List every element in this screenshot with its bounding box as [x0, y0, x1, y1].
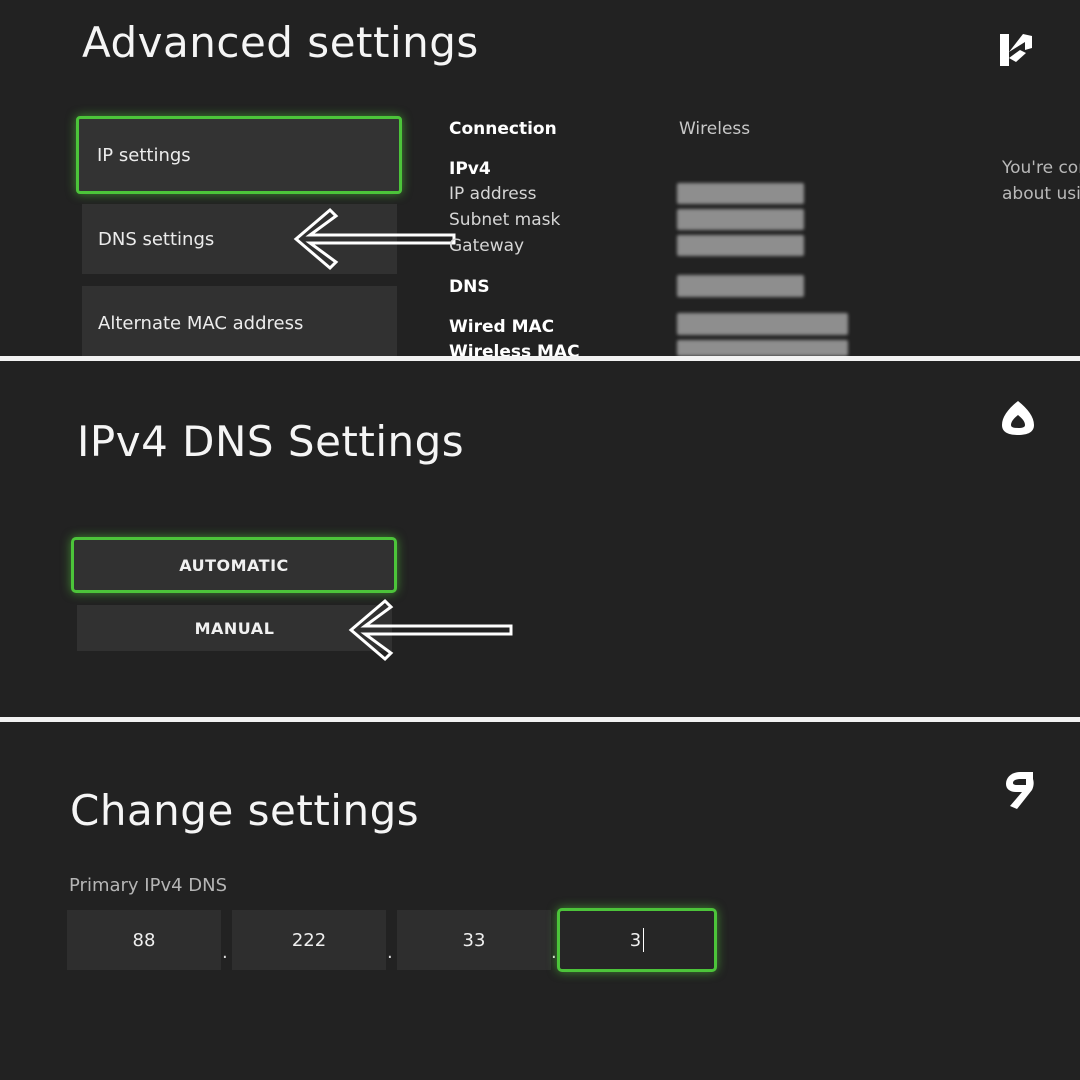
step-badge-4: ۴ [996, 28, 1036, 72]
gateway-label: Gateway [449, 236, 525, 256]
ipv4-heading: IPv4 [449, 159, 491, 179]
dns-octet-4-value: 3 [629, 929, 642, 951]
ip-address-label: IP address [449, 184, 537, 204]
dns-octet-1-value: 88 [132, 929, 156, 951]
wired-mac-label: Wired MAC [449, 317, 555, 337]
wired-mac-redacted [677, 313, 848, 335]
octet-separator: . [222, 942, 228, 963]
ip-settings-label: IP settings [97, 144, 191, 166]
automatic-button[interactable]: AUTOMATIC [71, 537, 397, 593]
dns-redacted [677, 275, 804, 297]
wireless-mac-label: Wireless MAC [449, 342, 580, 356]
alternate-mac-address-label: Alternate MAC address [98, 312, 304, 334]
octet-separator: . [551, 942, 557, 963]
dns-octet-2-value: 222 [291, 929, 327, 951]
dns-heading: DNS [449, 277, 490, 297]
page-title: IPv4 DNS Settings [77, 417, 465, 466]
dns-octet-4-input[interactable]: 3 [557, 908, 717, 972]
advanced-settings-panel: Advanced settings ۴ IP settings DNS sett… [0, 0, 1080, 356]
step-badge-5: ۵ [1000, 397, 1036, 437]
side-description-line2: about usi [1002, 184, 1080, 204]
step-badge-6: ۶ [1000, 768, 1036, 812]
octet-separator: . [387, 942, 393, 963]
dns-octet-3-value: 33 [462, 929, 486, 951]
ip-address-redacted [677, 183, 804, 204]
side-description-line1: You're cor [1002, 158, 1080, 178]
ip-settings-button[interactable]: IP settings [76, 116, 402, 194]
dns-octet-3-input[interactable]: 33 [397, 910, 551, 970]
dns-octet-1-input[interactable]: 88 [67, 910, 221, 970]
left-arrow-icon [292, 206, 462, 272]
automatic-label: AUTOMATIC [179, 555, 289, 575]
dns-octet-2-input[interactable]: 222 [232, 910, 386, 970]
left-arrow-icon [347, 597, 517, 663]
page-title: Advanced settings [82, 18, 479, 67]
manual-label: MANUAL [194, 618, 275, 638]
primary-ipv4-dns-label: Primary IPv4 DNS [69, 875, 228, 896]
text-cursor [643, 928, 645, 952]
wireless-mac-redacted [677, 340, 848, 356]
subnet-mask-redacted [677, 209, 804, 230]
alternate-mac-address-button[interactable]: Alternate MAC address [82, 286, 397, 356]
gateway-redacted [677, 235, 804, 256]
manual-button[interactable]: MANUAL [77, 605, 392, 651]
change-settings-panel: Change settings ۶ Primary IPv4 DNS 88 . … [0, 722, 1080, 1080]
connection-value: Wireless [679, 119, 751, 139]
connection-label: Connection [449, 119, 557, 139]
dns-settings-label: DNS settings [98, 228, 215, 250]
ipv4-dns-settings-panel: IPv4 DNS Settings ۵ AUTOMATIC MANUAL [0, 361, 1080, 717]
subnet-mask-label: Subnet mask [449, 210, 561, 230]
page-title: Change settings [70, 786, 420, 835]
